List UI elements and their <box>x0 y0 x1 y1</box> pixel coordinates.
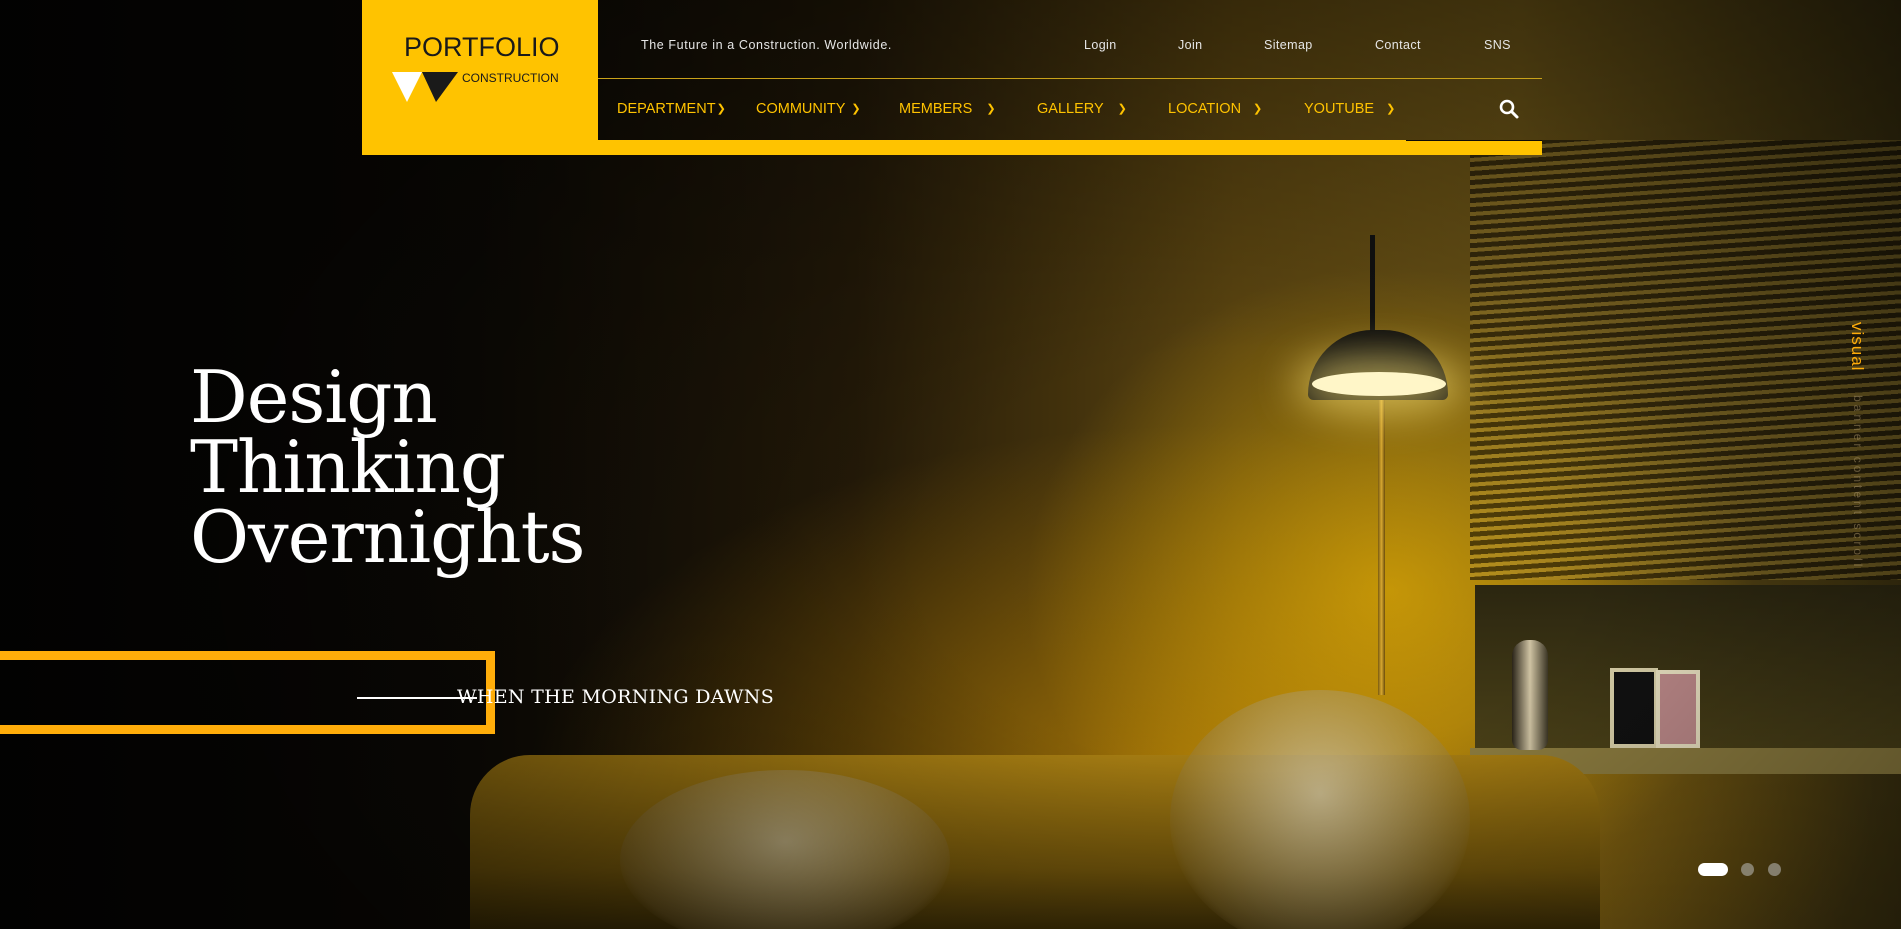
chevron-down-icon: ❯ <box>851 103 861 115</box>
header-accent-bar <box>598 140 1542 155</box>
slide-dot-1[interactable] <box>1698 863 1728 876</box>
hero-title: Design Thinking Overnights <box>190 361 585 573</box>
header-nav: The Future in a Construction. Worldwide.… <box>598 0 1542 155</box>
sitemap-link[interactable]: Sitemap <box>1264 38 1313 52</box>
login-link[interactable]: Login <box>1084 38 1117 52</box>
nav-item-label: DEPARTMENT <box>617 101 716 117</box>
hero-accent-frame <box>0 651 495 734</box>
contact-link[interactable]: Contact <box>1375 38 1421 52</box>
nav-item-label: YOUTUBE <box>1304 101 1375 117</box>
logo[interactable]: PORTFOLIO CONSTRUCTION <box>362 0 598 155</box>
chevron-down-icon: ❯ <box>986 103 996 115</box>
nav-item-members[interactable]: MEMBERS ❯ <box>899 101 996 117</box>
chevron-down-icon: ❯ <box>1117 103 1127 115</box>
utility-bar: The Future in a Construction. Worldwide.… <box>598 0 1542 79</box>
chevron-down-icon: ❯ <box>716 103 726 115</box>
nav-item-label: MEMBERS <box>899 101 973 117</box>
hero-subtitle: WHEN THE MORNING DAWNS <box>457 686 775 708</box>
nav-item-location[interactable]: LOCATION ❯ <box>1168 101 1262 117</box>
nav-item-youtube[interactable]: YOUTUBE ❯ <box>1304 101 1395 117</box>
nav-item-gallery[interactable]: GALLERY ❯ <box>1037 101 1127 117</box>
join-link[interactable]: Join <box>1178 38 1203 52</box>
logo-triangles-icon <box>392 72 458 102</box>
chevron-down-icon: ❯ <box>1386 103 1396 115</box>
header-accent-notch <box>1406 140 1542 141</box>
chevron-down-icon: ❯ <box>1253 103 1263 115</box>
logo-subtitle: CONSTRUCTION <box>462 71 559 85</box>
sns-link[interactable]: SNS <box>1484 38 1511 52</box>
nav-item-department[interactable]: DEPARTMENT❯ <box>617 101 726 117</box>
hero-title-line: Overnights <box>190 495 585 579</box>
logo-title: PORTFOLIO <box>404 32 560 62</box>
side-label-rest[interactable]: banner content scroll <box>1851 395 1865 569</box>
slide-dot-2[interactable] <box>1741 863 1754 876</box>
main-nav: DEPARTMENT❯ COMMUNITY ❯ MEMBERS ❯ GALLERY ❯… <box>598 79 1542 140</box>
search-icon[interactable] <box>1498 98 1520 120</box>
slide-dot-3[interactable] <box>1768 863 1781 876</box>
nav-item-community[interactable]: COMMUNITY ❯ <box>756 101 861 117</box>
nav-item-label: GALLERY <box>1037 101 1104 117</box>
nav-item-label: COMMUNITY <box>756 101 846 117</box>
side-label-visual[interactable]: visual <box>1847 322 1867 371</box>
tagline: The Future in a Construction. Worldwide. <box>641 38 892 52</box>
nav-item-label: LOCATION <box>1168 101 1242 117</box>
